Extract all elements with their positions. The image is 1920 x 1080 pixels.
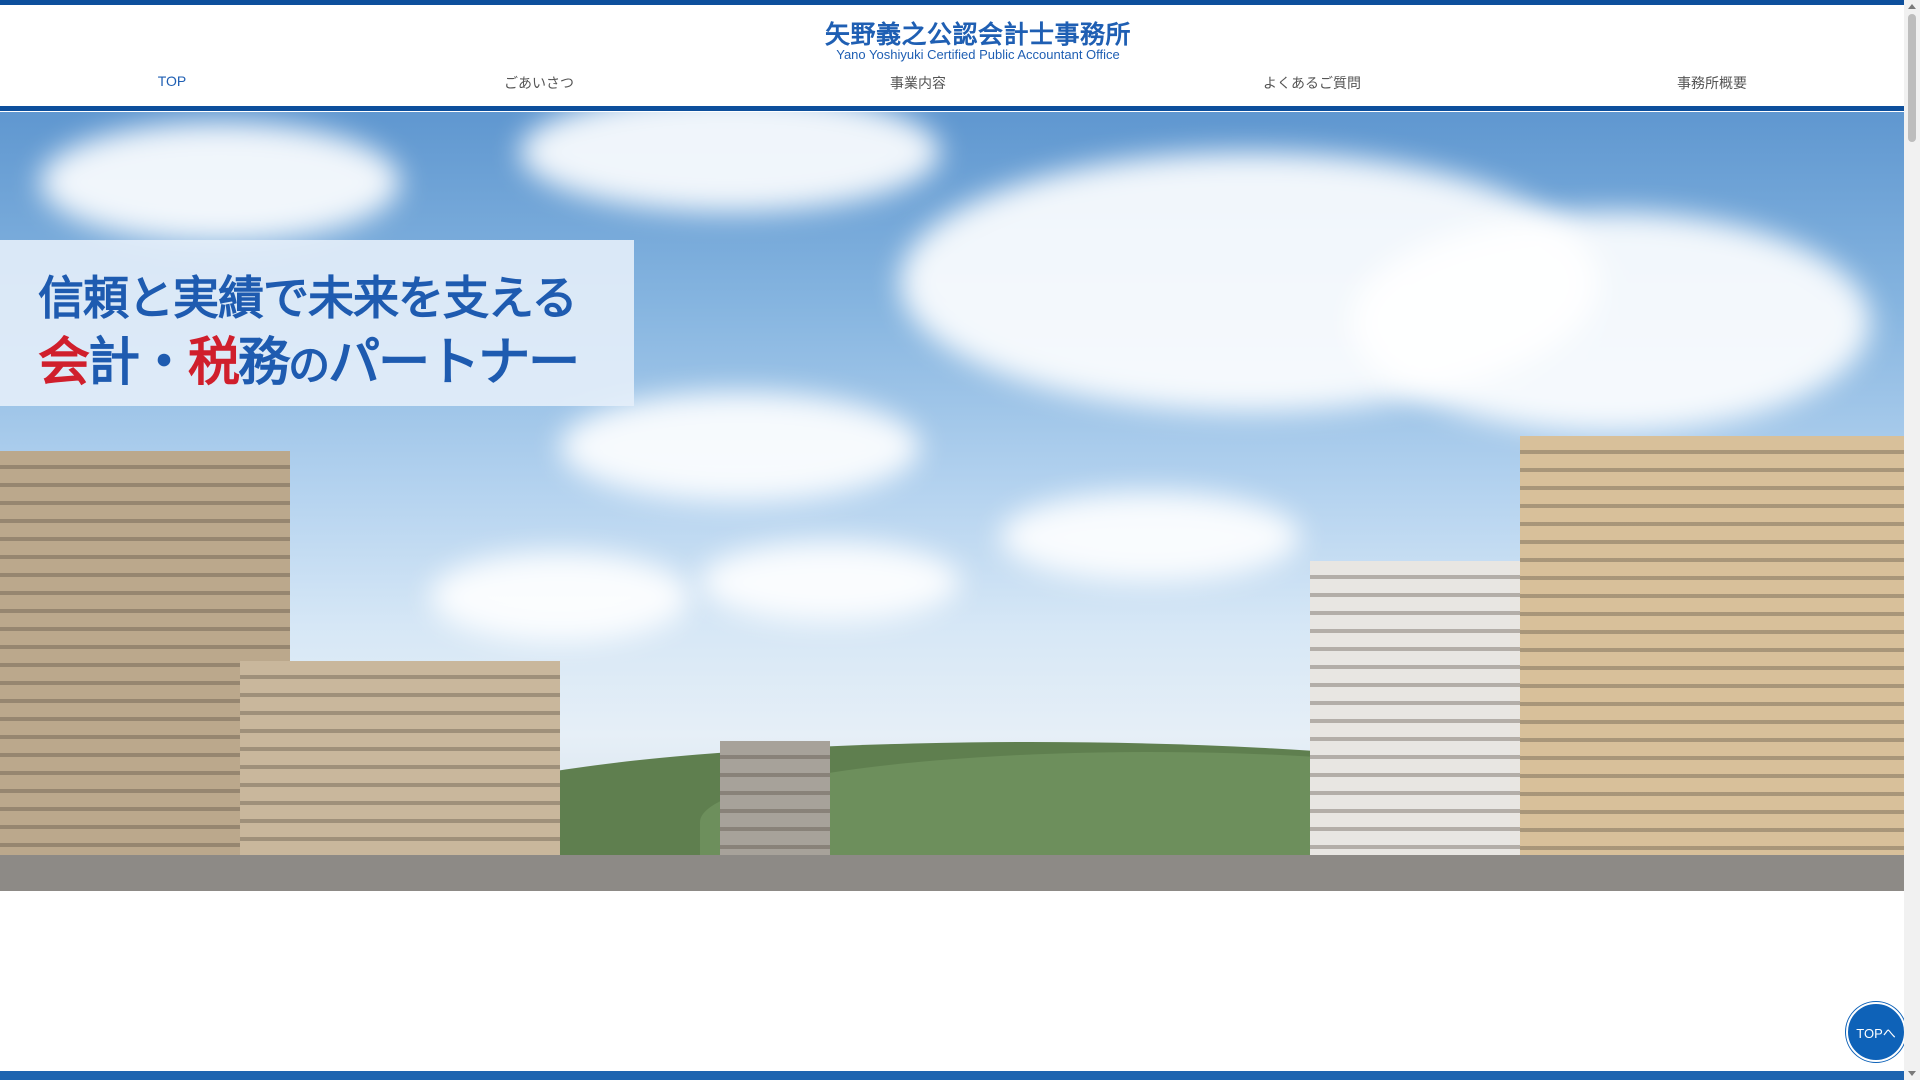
scroll-up-arrow-icon[interactable] [1908,4,1916,9]
tagline-line-2: 会計・税務のパートナー [38,320,580,395]
hero-section: 信頼と実績で未来を支える 会計・税務のパートナー [0,112,1904,891]
tagline-no: の [288,341,330,390]
railway [0,855,1904,891]
nav-faq[interactable]: よくあるご質問 [1263,73,1361,93]
cloud [520,112,940,212]
tagline-box: 信頼と実績で未来を支える 会計・税務のパートナー [0,240,634,406]
hero-image [0,112,1904,891]
tagline-kei: 計・ [88,332,190,393]
nav-office-overview[interactable]: 事務所概要 [1677,73,1747,93]
back-to-top-button[interactable]: TOPへ [1846,1002,1906,1062]
main-nav: TOP ごあいさつ 事業内容 よくあるご質問 事務所概要 [0,73,1904,99]
cloud [1000,492,1300,582]
scroll-thumb[interactable] [1908,14,1916,142]
building [1520,436,1904,891]
nav-greeting[interactable]: ごあいさつ [504,73,574,93]
tagline-partner: パートナー [328,332,580,393]
building [1310,561,1540,891]
cloud [1350,212,1870,432]
nav-divider [0,106,1904,111]
next-section-band [0,1071,1904,1080]
site-header: 矢野義之公認会計士事務所 Yano Yoshiyuki Certified Pu… [0,5,1904,111]
cloud [430,552,690,642]
tagline-line-1: 信頼と実績で未来を支える [38,271,578,325]
cloud [40,122,400,242]
tagline-zei: 税 [188,332,240,393]
tagline-kai: 会 [38,332,90,393]
site-title[interactable]: 矢野義之公認会計士事務所 [0,15,1920,51]
scroll-down-arrow-icon[interactable] [1908,1071,1916,1076]
nav-top[interactable]: TOP [158,73,187,89]
nav-services[interactable]: 事業内容 [890,73,946,93]
page-scrollbar[interactable] [1904,0,1920,1080]
tagline-mu: 務 [238,332,290,393]
cloud [700,542,960,622]
cloud [560,392,920,502]
site-subtitle: Yano Yoshiyuki Certified Public Accounta… [836,47,1120,62]
